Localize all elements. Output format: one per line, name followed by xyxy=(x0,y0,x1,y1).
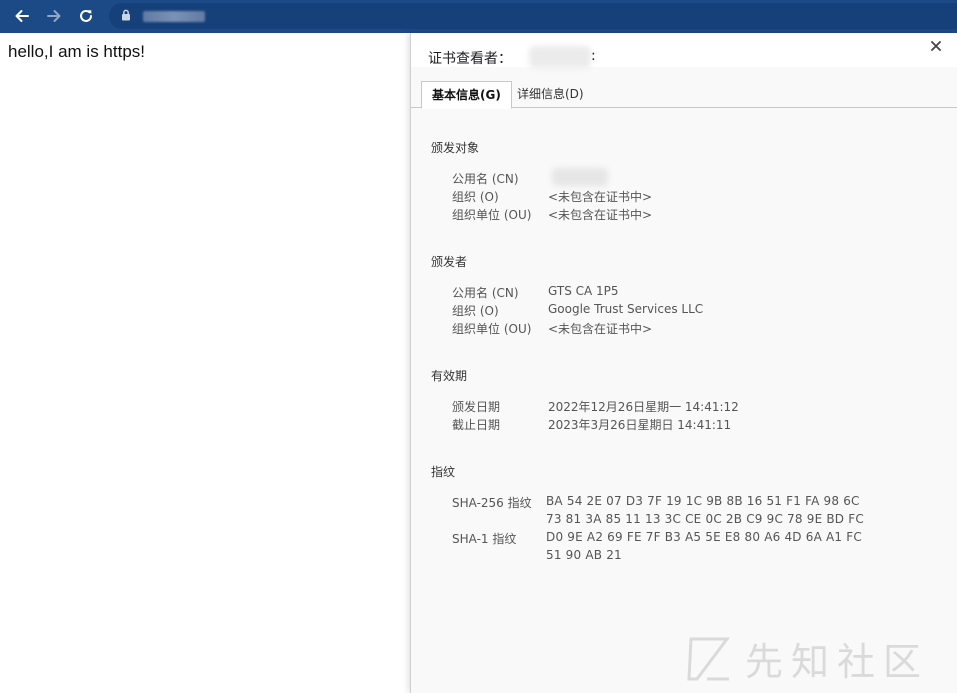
sha256-value-line1: BA 54 2E 07 D3 7F 19 1C 9B 8B 16 51 F1 F… xyxy=(546,494,860,508)
title-suffix: : xyxy=(591,48,596,64)
issued-by-heading: 颁发者 xyxy=(431,255,468,269)
issued-by-ou-label: 组织单位 (OU) xyxy=(452,322,532,336)
issued-to-cn-label: 公用名 (CN) xyxy=(452,172,519,186)
sha256-label: SHA-256 指纹 xyxy=(452,496,532,510)
forward-button[interactable] xyxy=(42,4,66,28)
certificate-viewer-dialog: 证书查看者： : 基本信息(G) 详细信息(D) 颁发对象 公用名 (CN) 组… xyxy=(410,33,957,693)
close-button[interactable] xyxy=(927,37,945,55)
address-bar[interactable] xyxy=(109,3,957,29)
reload-button[interactable] xyxy=(74,4,98,28)
sha1-label: SHA-1 指纹 xyxy=(452,532,517,546)
browser-toolbar xyxy=(0,0,957,33)
lock-icon[interactable] xyxy=(121,9,131,21)
issued-by-cn-label: 公用名 (CN) xyxy=(452,286,519,300)
arrow-right-icon xyxy=(47,10,61,22)
xianzhi-logo-icon xyxy=(687,637,730,680)
issued-by-o-value: Google Trust Services LLC xyxy=(548,302,704,316)
reload-icon xyxy=(80,9,92,22)
issued-date-label: 颁发日期 xyxy=(452,400,501,414)
issued-by-ou-value: <未包含在证书中> xyxy=(548,322,653,336)
watermark: 先知社区 xyxy=(683,631,929,686)
title-domain-redacted xyxy=(529,46,591,68)
watermark-text: 先知社区 xyxy=(745,640,930,684)
sha1-value-line1: D0 9E A2 69 FE 7F B3 A5 5E E8 80 A6 4D 6… xyxy=(546,530,862,544)
issued-to-ou-label: 组织单位 (OU) xyxy=(452,208,532,222)
tab-bar: 基本信息(G) 详细信息(D) xyxy=(411,81,957,109)
issued-date-value: 2022年12月26日星期一 14:41:12 xyxy=(548,400,739,414)
url-text-redacted[interactable] xyxy=(143,11,205,22)
validity-heading: 有效期 xyxy=(431,369,468,383)
dialog-title: 证书查看者： xyxy=(428,51,512,67)
expiry-date-value: 2023年3月26日星期日 14:41:11 xyxy=(548,418,732,432)
close-icon xyxy=(931,41,941,51)
issued-to-o-label: 组织 (O) xyxy=(452,190,499,204)
issued-to-o-value: <未包含在证书中> xyxy=(548,190,653,204)
issued-to-heading: 颁发对象 xyxy=(431,141,480,155)
tab-general[interactable]: 基本信息(G) xyxy=(421,81,512,109)
tab-details[interactable]: 详细信息(D) xyxy=(507,81,594,108)
sha256-value-line2: 73 81 3A 85 11 13 3C CE 0C 2B C9 9C 78 9… xyxy=(546,512,864,526)
expiry-date-label: 截止日期 xyxy=(452,418,501,432)
issued-by-cn-value: GTS CA 1P5 xyxy=(548,284,619,298)
back-button[interactable] xyxy=(10,4,34,28)
arrow-left-icon xyxy=(15,10,29,22)
issued-to-cn-value-redacted xyxy=(552,168,608,186)
page-body-text: hello,I am is https! xyxy=(8,42,146,61)
issued-to-ou-value: <未包含在证书中> xyxy=(548,208,653,222)
dialog-header: 证书查看者： : xyxy=(411,33,957,68)
fingerprints-heading: 指纹 xyxy=(431,465,456,479)
sha1-value-line2: 51 90 AB 21 xyxy=(546,548,622,562)
issued-by-o-label: 组织 (O) xyxy=(452,304,499,318)
